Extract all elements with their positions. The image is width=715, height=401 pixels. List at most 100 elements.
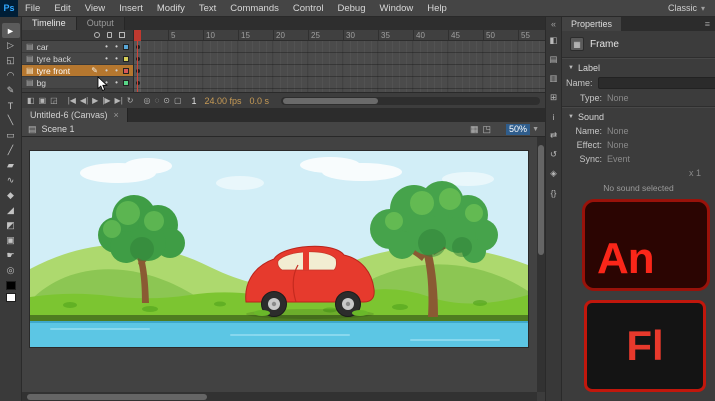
label-name-input[interactable] [598,77,715,89]
outline-all-icon[interactable] [119,32,125,38]
center-frame-button[interactable]: ◎ [143,93,150,109]
sound-effect-value[interactable]: None [607,140,629,150]
layer-visibility-dot[interactable]: • [103,42,110,51]
text-tool[interactable]: T [2,98,20,113]
lasso-tool[interactable]: ◠ [2,68,20,83]
layer-row[interactable]: ▤ tyre front ✎ • • [22,65,133,77]
timeline-tab[interactable]: Timeline [22,17,77,30]
menu-item[interactable]: File [18,0,47,17]
playhead[interactable] [134,30,141,41]
close-icon[interactable]: × [114,110,119,120]
step-forward-button[interactable]: |▶ [102,93,110,109]
onion-outline-button[interactable]: ⊙ [163,93,170,109]
vertical-scrollbar-thumb[interactable] [538,145,544,255]
menu-item[interactable]: Insert [112,0,150,17]
layer-row[interactable]: ▤ bg ✎ • • [22,77,133,89]
color-panel-icon[interactable]: ▤ [545,50,562,69]
code-snippets-panel-icon[interactable]: {} [545,183,562,202]
paint-bucket-tool[interactable]: ◆ [2,188,20,203]
layer-outline-color[interactable] [123,80,129,86]
new-layer-button[interactable]: ◧ [27,93,35,109]
timeline-scrollbar-thumb[interactable] [283,98,378,104]
align-panel-icon[interactable]: ◧ [545,31,562,50]
menu-item[interactable]: Modify [150,0,192,17]
horizontal-scrollbar-thumb[interactable] [27,394,207,400]
menu-item[interactable]: Text [192,0,223,17]
menu-item[interactable]: Commands [223,0,286,17]
layer-outline-color[interactable] [123,68,129,74]
workspace-switcher[interactable]: Classic ▾ [668,3,715,13]
sound-sync-value[interactable]: Event [607,154,630,164]
history-panel-icon[interactable]: ↺ [545,145,562,164]
zoom-value[interactable]: 50% [506,124,530,135]
menu-item[interactable]: Edit [47,0,77,17]
sound-repeat-value[interactable]: x 1 [689,168,701,178]
frames-grid[interactable] [134,41,545,92]
edit-scene-button[interactable]: ▦ [470,124,479,135]
layer-lock-dot[interactable]: • [113,54,120,63]
canvas-horizontal-scrollbar[interactable] [22,392,537,401]
timeline-tab[interactable]: Output [77,17,125,30]
timeline-scrollbar[interactable] [281,97,540,105]
label-section-header[interactable]: ▼ Label [562,61,715,75]
layer-outline-color[interactable] [123,56,129,62]
scene-label[interactable]: Scene 1 [42,124,75,134]
layer-outline-color[interactable] [123,44,129,50]
edit-multiple-frames-button[interactable]: ▢ [174,93,182,109]
free-transform-tool[interactable]: ◱ [2,53,20,68]
layer-lock-dot[interactable]: • [113,42,120,51]
stroke-color-chip[interactable] [6,281,16,290]
new-folder-button[interactable]: ▣ [39,93,47,109]
motion-presets-panel-icon[interactable]: ◈ [545,164,562,183]
brush-tool[interactable]: ▰ [2,158,20,173]
zoom-control[interactable]: 50% ▼ [506,124,539,135]
selection-tool[interactable]: ► [2,23,20,38]
sound-section-header[interactable]: ▼ Sound [562,110,715,124]
last-frame-button[interactable]: ▶| [115,93,123,109]
eraser-tool[interactable]: ◩ [2,218,20,233]
info-panel-icon[interactable]: i [545,107,562,126]
menu-item[interactable]: View [78,0,112,17]
delete-layer-button[interactable]: ◲ [50,93,58,109]
layer-visibility-dot[interactable]: • [103,66,110,75]
panel-menu-icon[interactable]: ≡ [705,17,715,31]
play-button[interactable]: ▶ [92,93,98,109]
menu-item[interactable]: Control [286,0,331,17]
menu-item[interactable]: Help [420,0,454,17]
ps-logo[interactable]: Ps [0,0,18,17]
layer-row[interactable]: ▤ car ✎ • • [22,41,133,53]
tab-properties[interactable]: Properties [562,17,621,31]
menu-item[interactable]: Window [373,0,421,17]
line-tool[interactable]: ╲ [2,113,20,128]
lock-all-icon[interactable] [107,32,112,38]
layer-visibility-dot[interactable]: • [103,54,110,63]
layer-lock-dot[interactable]: • [113,78,120,87]
menu-item[interactable]: Debug [331,0,373,17]
collapse-dock-icon[interactable]: « [551,17,556,31]
pasteboard[interactable] [22,137,537,392]
hand-tool[interactable]: ☛ [2,248,20,263]
document-tab[interactable]: Untitled-6 (Canvas) × [22,108,128,122]
zoom-tool[interactable]: ◎ [2,263,20,278]
library-panel-icon[interactable]: ⊞ [545,88,562,107]
camera-tool[interactable]: ▣ [2,233,20,248]
layer-lock-dot[interactable]: • [113,66,120,75]
step-back-button[interactable]: ◀| [80,93,88,109]
frame-ruler[interactable]: 1510152025303540455055 [134,30,545,41]
label-type-value[interactable]: None [607,93,629,103]
loop-button[interactable]: ↻ [127,93,134,109]
edit-symbols-button[interactable]: ◳ [483,124,492,135]
sound-name-value[interactable]: None [607,126,629,136]
swatches-panel-icon[interactable]: ▥ [545,69,562,88]
onion-skin-button[interactable]: ◌ [154,93,159,109]
fill-color-chip[interactable] [6,293,16,302]
frame-rate-indicator[interactable]: 24.00 fps [205,96,242,106]
eyedropper-tool[interactable]: ◢ [2,203,20,218]
pen-tool[interactable]: ✎ [2,83,20,98]
subselection-tool[interactable]: ▷ [2,38,20,53]
stage-canvas[interactable] [30,151,528,347]
pencil-tool[interactable]: ╱ [2,143,20,158]
transform-panel-icon[interactable]: ⇄ [545,126,562,145]
show-hide-all-icon[interactable] [94,32,100,38]
layer-row[interactable]: ▤ tyre back ✎ • • [22,53,133,65]
